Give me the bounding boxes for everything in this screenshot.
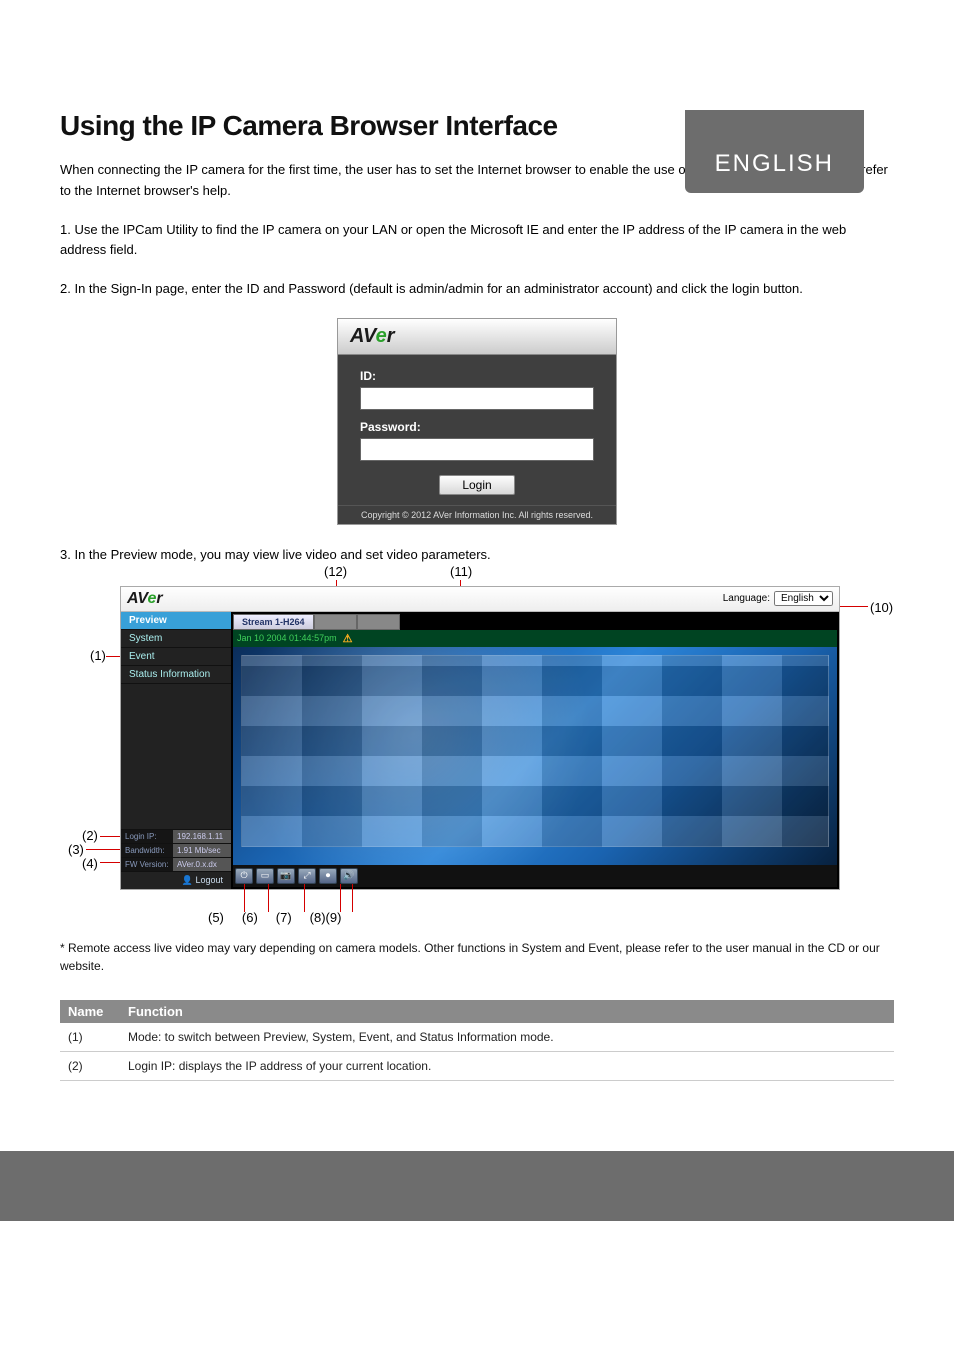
th-function: Function [120, 1000, 894, 1023]
login-header: AVer [338, 319, 616, 355]
aver-logo: AVer [127, 590, 163, 608]
video-toolbar: ⏻ ▭ 📷 ⤢ ⏺ 🔊 [233, 865, 837, 887]
language-label: Language: [723, 593, 770, 604]
logout-button[interactable]: 👤 Logout [121, 871, 231, 889]
aver-logo: AVer [350, 325, 394, 347]
annot-line [304, 884, 305, 912]
sidebar-item-system[interactable]: System [121, 630, 231, 648]
annot-line [352, 884, 353, 912]
td-function: Mode: to switch between Preview, System,… [120, 1023, 894, 1051]
app-window: AVer Language: English Preview System Ev… [120, 586, 840, 890]
annot-2: (2) [82, 828, 98, 843]
bandwidth-label: Bandwidth: [121, 844, 173, 857]
logo-part-r: r [387, 325, 395, 347]
id-label: ID: [360, 369, 594, 383]
tab-stream-3[interactable] [357, 614, 400, 630]
logo-part-e: e [376, 325, 387, 347]
audio-icon[interactable]: 🔊 [340, 868, 358, 884]
annot-line [268, 884, 269, 912]
logout-icon: 👤 [182, 875, 193, 885]
td-function: Login IP: displays the IP address of you… [120, 1052, 894, 1080]
ratio-icon[interactable]: ▭ [256, 868, 274, 884]
step-1: 1. Use the IPCam Utility to find the IP … [60, 220, 894, 262]
sidebar-item-preview[interactable]: Preview [121, 612, 231, 630]
annot-12: (12) [324, 564, 347, 579]
annot-5: (5) [208, 910, 224, 925]
bottom-annotations: (5) (6) (7) (8)(9) [208, 910, 894, 925]
td-name: (1) [60, 1023, 120, 1051]
login-button[interactable]: Login [439, 475, 514, 495]
annot-11: (11) [450, 564, 472, 579]
sidebar-item-status[interactable]: Status Information [121, 666, 231, 684]
logo-part-r: r [156, 590, 162, 607]
bandwidth-value: 1.91 Mb/sec [173, 844, 231, 857]
login-ip-value: 192.168.1.11 [173, 830, 231, 843]
fw-label: FW Version: [121, 858, 173, 871]
step-3: 3. In the Preview mode, you may view liv… [60, 545, 894, 566]
disclaimer-note: * Remote access live video may vary depe… [60, 939, 894, 976]
step-1-text: Use the IPCam Utility to find the IP cam… [60, 222, 846, 258]
annot-line [340, 884, 341, 912]
password-input[interactable] [360, 438, 594, 461]
page-footer [0, 1151, 954, 1221]
nav: Preview System Event Status Information [121, 612, 231, 684]
snapshot-icon[interactable]: 📷 [277, 868, 295, 884]
table-row: (2) Login IP: displays the IP address of… [60, 1052, 894, 1081]
sidebar: Preview System Event Status Information … [121, 612, 231, 889]
step-3-text: In the Preview mode, you may view live v… [74, 547, 490, 562]
td-name: (2) [60, 1052, 120, 1080]
tab-stream-1[interactable]: Stream 1-H264 [233, 614, 314, 630]
annot-4: (4) [82, 856, 98, 871]
logo-part-av: AV [127, 590, 147, 607]
video-preview [233, 647, 837, 865]
annot-6: (6) [242, 910, 258, 925]
record-icon[interactable]: ⏺ [319, 868, 337, 884]
login-copyright: Copyright © 2012 AVer Information Inc. A… [338, 505, 616, 524]
power-icon[interactable]: ⏻ [235, 868, 253, 884]
zoom-icon[interactable]: ⤢ [298, 868, 316, 884]
annot-8-9: (8)(9) [310, 910, 342, 925]
annot-10: (10) [870, 600, 893, 615]
app-topbar: AVer Language: English [121, 587, 839, 612]
login-window: AVer ID: Password: Login Copyright © 201… [337, 318, 617, 525]
language-dropdown[interactable]: English [774, 591, 833, 606]
timestamp-text: Jan 10 2004 01:44:57pm [237, 633, 337, 643]
step-2-num: 2. [60, 281, 74, 296]
login-body: ID: Password: Login [338, 355, 616, 505]
tab-stream-2[interactable] [314, 614, 357, 630]
th-name: Name [60, 1000, 120, 1023]
login-ip-label: Login IP: [121, 830, 173, 843]
bandwidth-row: Bandwidth: 1.91 Mb/sec [121, 843, 231, 857]
annot-1: (1) [90, 648, 106, 663]
sidebar-info: Login IP: 192.168.1.11 Bandwidth: 1.91 M… [121, 829, 231, 889]
annot-3: (3) [68, 842, 84, 857]
function-table: Name Function (1) Mode: to switch betwee… [60, 1000, 894, 1081]
login-ip-row: Login IP: 192.168.1.11 [121, 829, 231, 843]
logout-label: Logout [195, 875, 223, 885]
password-label: Password: [360, 420, 594, 434]
sidebar-item-event[interactable]: Event [121, 648, 231, 666]
annot-line [244, 884, 245, 912]
logo-part-av: AV [350, 325, 376, 347]
language-tab: ENGLISH [685, 110, 864, 193]
fw-version-row: FW Version: AVer.0.x.dx [121, 857, 231, 871]
annot-7: (7) [276, 910, 292, 925]
stream-tabs: Stream 1-H264 [233, 614, 837, 630]
fw-value: AVer.0.x.dx [173, 858, 231, 871]
step-1-num: 1. [60, 222, 74, 237]
table-row: (1) Mode: to switch between Preview, Sys… [60, 1023, 894, 1052]
timestamp-bar: Jan 10 2004 01:44:57pm ⚠ [233, 630, 837, 647]
language-selector: Language: English [723, 591, 833, 606]
step-3-num: 3. [60, 547, 74, 562]
main-panel: Stream 1-H264 Jan 10 2004 01:44:57pm ⚠ ⏻… [231, 612, 839, 889]
step-2: 2. In the Sign-In page, enter the ID and… [60, 279, 894, 300]
id-input[interactable] [360, 387, 594, 410]
annotated-interface-figure: (12) (11) (10) (1) (2) (3) (4) AVer Lang… [120, 586, 840, 890]
table-header: Name Function [60, 1000, 894, 1023]
step-2-text: In the Sign-In page, enter the ID and Pa… [74, 281, 802, 296]
warning-icon: ⚠ [343, 632, 353, 645]
